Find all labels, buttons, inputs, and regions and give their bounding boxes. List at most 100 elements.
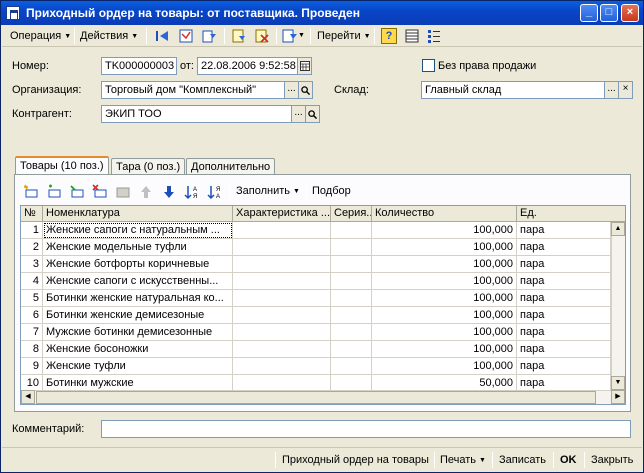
tab-additional[interactable]: Дополнительно (186, 158, 276, 175)
cell-quantity[interactable]: 100,000 (372, 222, 517, 239)
number-field[interactable]: TK000000003 (101, 57, 177, 75)
cell-series[interactable] (331, 358, 372, 375)
cell-unit[interactable]: пара (517, 290, 611, 307)
scroll-left-arrow[interactable]: ◀ (21, 390, 35, 404)
actions-menu[interactable]: Действия ▼ (80, 28, 138, 44)
copy-icon[interactable] (254, 28, 270, 44)
goto-menu[interactable]: Перейти ▼ (317, 28, 371, 44)
table-row[interactable]: 4 Женские сапоги с искусственны... 100,000… (21, 273, 611, 290)
move-down-icon[interactable] (161, 184, 177, 200)
warehouse-field[interactable]: Главный склад (421, 81, 605, 99)
calendar-button[interactable] (298, 57, 312, 75)
cell-nomenclature[interactable]: Женские ботфорты коричневые (43, 256, 233, 273)
cell-series[interactable] (331, 324, 372, 341)
sort-descending-icon[interactable]: ЯA (207, 184, 223, 200)
tab-containers[interactable]: Тара (0 поз.) (111, 158, 186, 175)
close-button[interactable]: × (621, 4, 639, 22)
move-document-icon[interactable] (231, 28, 247, 44)
cell-number[interactable]: 3 (21, 256, 43, 273)
close-form-button[interactable]: Закрыть (591, 453, 633, 467)
cell-characteristic[interactable] (233, 273, 331, 290)
cell-number[interactable]: 2 (21, 239, 43, 256)
edit-row-icon[interactable] (69, 184, 85, 200)
save-button[interactable]: Записать (499, 453, 546, 467)
vertical-scrollbar[interactable]: ▲ ▼ (611, 222, 625, 390)
minimize-button[interactable]: _ (580, 4, 598, 22)
table-row[interactable]: 6 Ботинки женские демисезоные 100,000 пара (21, 307, 611, 324)
cell-series[interactable] (331, 273, 372, 290)
cell-number[interactable]: 1 (21, 222, 43, 239)
cell-unit[interactable]: пара (517, 358, 611, 375)
cell-number[interactable]: 6 (21, 307, 43, 324)
cell-characteristic[interactable] (233, 290, 331, 307)
cell-characteristic[interactable] (233, 307, 331, 324)
edit-icon[interactable] (282, 28, 298, 44)
column-unit[interactable]: Ед. (517, 206, 625, 222)
cell-quantity[interactable]: 100,000 (372, 324, 517, 341)
cell-nomenclature[interactable]: Женские сапоги с натуральным ... (43, 222, 233, 239)
fill-menu[interactable]: Заполнить ▼ (236, 183, 300, 199)
no-sale-right-checkbox[interactable] (422, 59, 435, 72)
go-to-first-icon[interactable] (154, 28, 170, 44)
add-row-icon[interactable] (23, 184, 39, 200)
operation-menu[interactable]: Операция ▼ (10, 28, 71, 44)
cell-characteristic[interactable] (233, 256, 331, 273)
cell-unit[interactable]: пара (517, 324, 611, 341)
cell-nomenclature[interactable]: Мужские ботинки демисезонные (43, 324, 233, 341)
warehouse-select-button[interactable]: ... (605, 81, 619, 99)
cell-quantity[interactable]: 100,000 (372, 341, 517, 358)
cell-nomenclature[interactable]: Женские туфли (43, 358, 233, 375)
cell-unit[interactable]: пара (517, 256, 611, 273)
cell-unit[interactable]: пара (517, 222, 611, 239)
counterparty-select-button[interactable]: ... (292, 105, 306, 123)
cell-series[interactable] (331, 239, 372, 256)
organization-select-button[interactable]: ... (285, 81, 299, 99)
refresh-icon[interactable] (202, 28, 218, 44)
cell-nomenclature[interactable]: Ботинки женские натуральная ко... (43, 290, 233, 307)
scroll-down-arrow[interactable]: ▼ (611, 376, 625, 390)
scroll-right-arrow[interactable]: ▶ (611, 390, 625, 404)
cell-number[interactable]: 8 (21, 341, 43, 358)
print-form-button[interactable]: Приходный ордер на товары (282, 453, 429, 467)
cell-series[interactable] (331, 307, 372, 324)
table-row[interactable]: 5 Ботинки женские натуральная ко... 100,00… (21, 290, 611, 307)
cell-number[interactable]: 7 (21, 324, 43, 341)
goods-table[interactable]: № Номенклатура Характеристика ... Серия.… (20, 205, 626, 405)
table-row[interactable]: 1 Женские сапоги с натуральным ... 100,000… (21, 222, 611, 239)
organization-field[interactable]: Торговый дом "Комплексный" (101, 81, 285, 99)
cell-unit[interactable]: пара (517, 239, 611, 256)
cell-unit[interactable]: пара (517, 307, 611, 324)
cell-quantity[interactable]: 100,000 (372, 273, 517, 290)
cell-characteristic[interactable] (233, 358, 331, 375)
cell-nomenclature[interactable]: Женские модельные туфли (43, 239, 233, 256)
cell-characteristic[interactable] (233, 239, 331, 256)
tab-goods[interactable]: Товары (10 поз.) (15, 156, 109, 175)
table-row[interactable]: 2 Женские модельные туфли 100,000 пара (21, 239, 611, 256)
cell-nomenclature[interactable]: Женские босоножки (43, 341, 233, 358)
table-row[interactable]: 3 Женские ботфорты коричневые 100,000 пара (21, 256, 611, 273)
cell-quantity[interactable]: 100,000 (372, 256, 517, 273)
column-quantity[interactable]: Количество (372, 206, 517, 222)
copy-row-icon[interactable] (46, 184, 62, 200)
document-view-icon[interactable] (178, 28, 194, 44)
scroll-up-arrow[interactable]: ▲ (611, 222, 625, 236)
table-row[interactable]: 9 Женские туфли 100,000 пара (21, 358, 611, 375)
cell-unit[interactable]: пара (517, 273, 611, 290)
column-characteristic[interactable]: Характеристика ... (233, 206, 331, 222)
settings-list-icon[interactable] (426, 28, 442, 44)
sort-ascending-icon[interactable]: AЯ (184, 184, 200, 200)
comment-field[interactable] (101, 420, 631, 438)
organization-open-button[interactable] (299, 81, 313, 99)
cell-number[interactable]: 4 (21, 273, 43, 290)
maximize-button[interactable]: □ (600, 4, 618, 22)
print-menu[interactable]: Печать ▼ (440, 453, 486, 468)
ok-button[interactable]: OK (560, 453, 577, 467)
cell-number[interactable]: 5 (21, 290, 43, 307)
cell-quantity[interactable]: 100,000 (372, 290, 517, 307)
cell-quantity[interactable]: 100,000 (372, 239, 517, 256)
horizontal-scrollbar[interactable]: ◀ ▶ (21, 390, 625, 404)
edit-dropdown-icon[interactable]: ▼ (298, 28, 305, 44)
cell-characteristic[interactable] (233, 341, 331, 358)
help-icon[interactable]: ? (381, 28, 397, 44)
table-row[interactable]: 7 Мужские ботинки демисезонные 100,000 пара (21, 324, 611, 341)
